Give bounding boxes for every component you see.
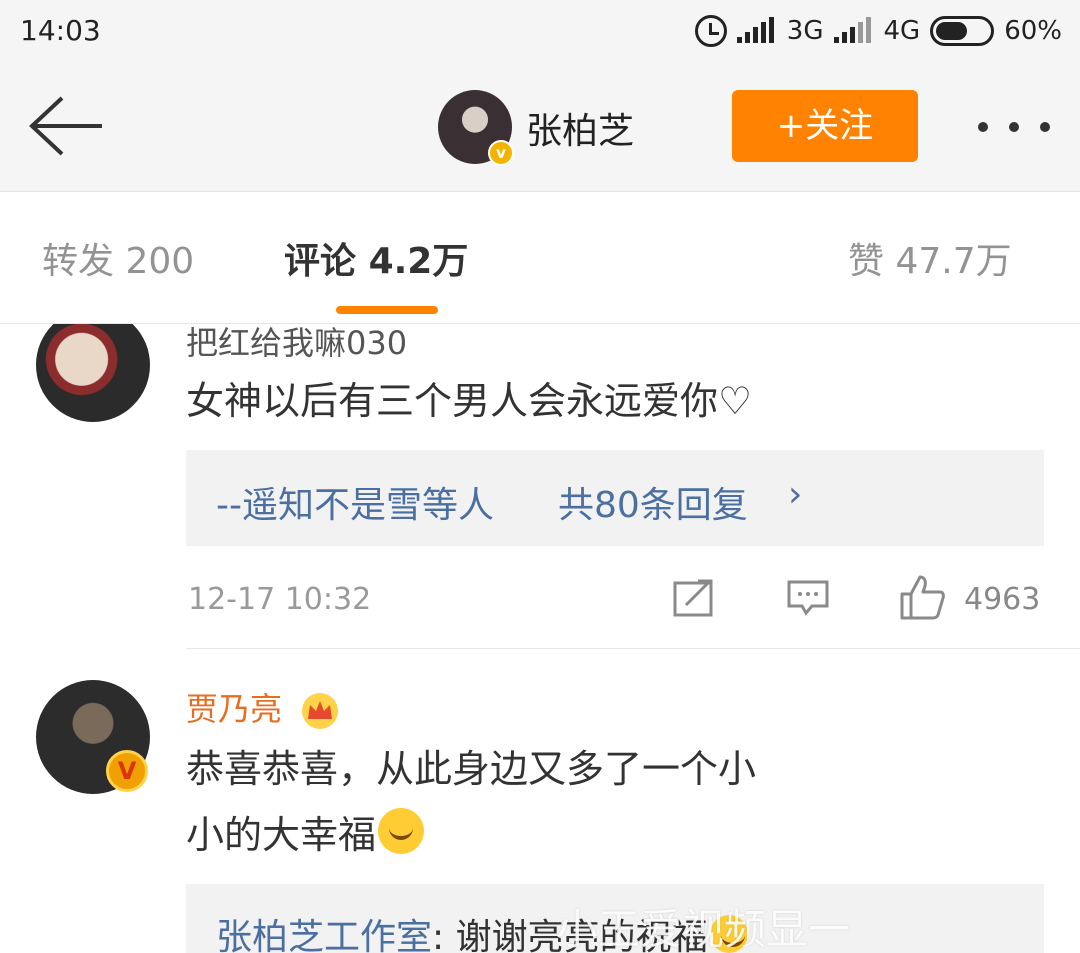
comment-list[interactable]: 把红给我嘛030 女神以后有三个男人会永远爱你♡ --遥知不是雪等人 共80条回… — [0, 324, 1080, 953]
alarm-icon — [694, 15, 727, 47]
comment-username[interactable]: 把红给我嘛030 — [186, 324, 407, 364]
status-bar: 14:03 3G 4G 60% — [0, 0, 1080, 62]
reply-summary[interactable]: --遥知不是雪等人 共80条回复 › — [186, 450, 1044, 546]
battery-icon — [930, 16, 995, 46]
reply-author[interactable]: --遥知不是雪等人 — [216, 476, 494, 528]
more-icon[interactable] — [978, 112, 1050, 142]
comment-text: 女神以后有三个男人会永远爱你♡ — [186, 379, 753, 423]
tab-count: 4.2万 — [368, 241, 469, 282]
tab-label: 转发 — [42, 241, 115, 282]
comment-username[interactable]: 贾乃亮 — [186, 684, 340, 731]
status-indicators: 3G 4G 60% — [694, 12, 1062, 50]
watermark: 小王爱视频显一 — [556, 905, 851, 953]
tab-bar: 转发 200 评论 4.2万 赞 47.7万 — [0, 192, 1080, 324]
profile-name[interactable]: 张柏芝 — [526, 102, 634, 154]
tab-label: 赞 — [848, 241, 885, 282]
comment-text-line-1: 恭喜恭喜，从此身边又多了一个小 — [186, 747, 757, 791]
comment-text-line-2-text: 小的大幸福 — [186, 813, 377, 857]
profile-avatar[interactable]: v — [438, 90, 514, 166]
battery-fill — [936, 22, 968, 40]
comment-divider — [186, 648, 1080, 649]
network-label-4g: 4G — [883, 16, 921, 46]
tab-comments[interactable]: 评论 4.2万 — [284, 232, 468, 284]
tab-count: 47.7万 — [895, 241, 1012, 282]
chevron-right-icon: › — [788, 474, 803, 515]
nav-bar: v 张柏芝 +关注 — [0, 62, 1080, 192]
comment-username-text: 贾乃亮 — [186, 690, 283, 728]
comment-timestamp: 12-17 10:32 — [188, 582, 372, 617]
status-time: 14:03 — [20, 14, 101, 47]
back-button[interactable] — [22, 90, 112, 160]
reply-count[interactable]: 共80条回复 — [558, 476, 748, 528]
tab-label: 评论 — [284, 241, 357, 282]
verified-badge-icon: V — [106, 750, 148, 792]
follow-button[interactable]: +关注 — [732, 90, 918, 162]
commenter-avatar[interactable] — [36, 324, 150, 422]
share-icon[interactable] — [672, 578, 716, 618]
signal-icon — [736, 17, 777, 45]
signal-icon-2 — [833, 17, 874, 45]
crown-icon — [302, 693, 339, 729]
tab-reposts[interactable]: 转发 200 — [42, 232, 194, 284]
like-icon[interactable] — [898, 574, 946, 620]
battery-percent: 60% — [1004, 16, 1062, 46]
tab-count: 200 — [125, 241, 195, 282]
reply-author[interactable]: 张柏芝工作室 — [216, 908, 432, 953]
tab-likes[interactable]: 赞 47.7万 — [848, 232, 1012, 284]
like-count: 4963 — [964, 582, 1041, 617]
comment-icon[interactable] — [786, 578, 830, 618]
active-tab-indicator — [336, 306, 438, 314]
comment-text-line-2: 小的大幸福 — [186, 804, 425, 866]
verified-badge-icon: v — [488, 140, 514, 166]
hug-emoji-icon — [378, 808, 425, 854]
network-label-3g: 3G — [786, 16, 824, 46]
back-arrow-icon — [29, 96, 102, 156]
